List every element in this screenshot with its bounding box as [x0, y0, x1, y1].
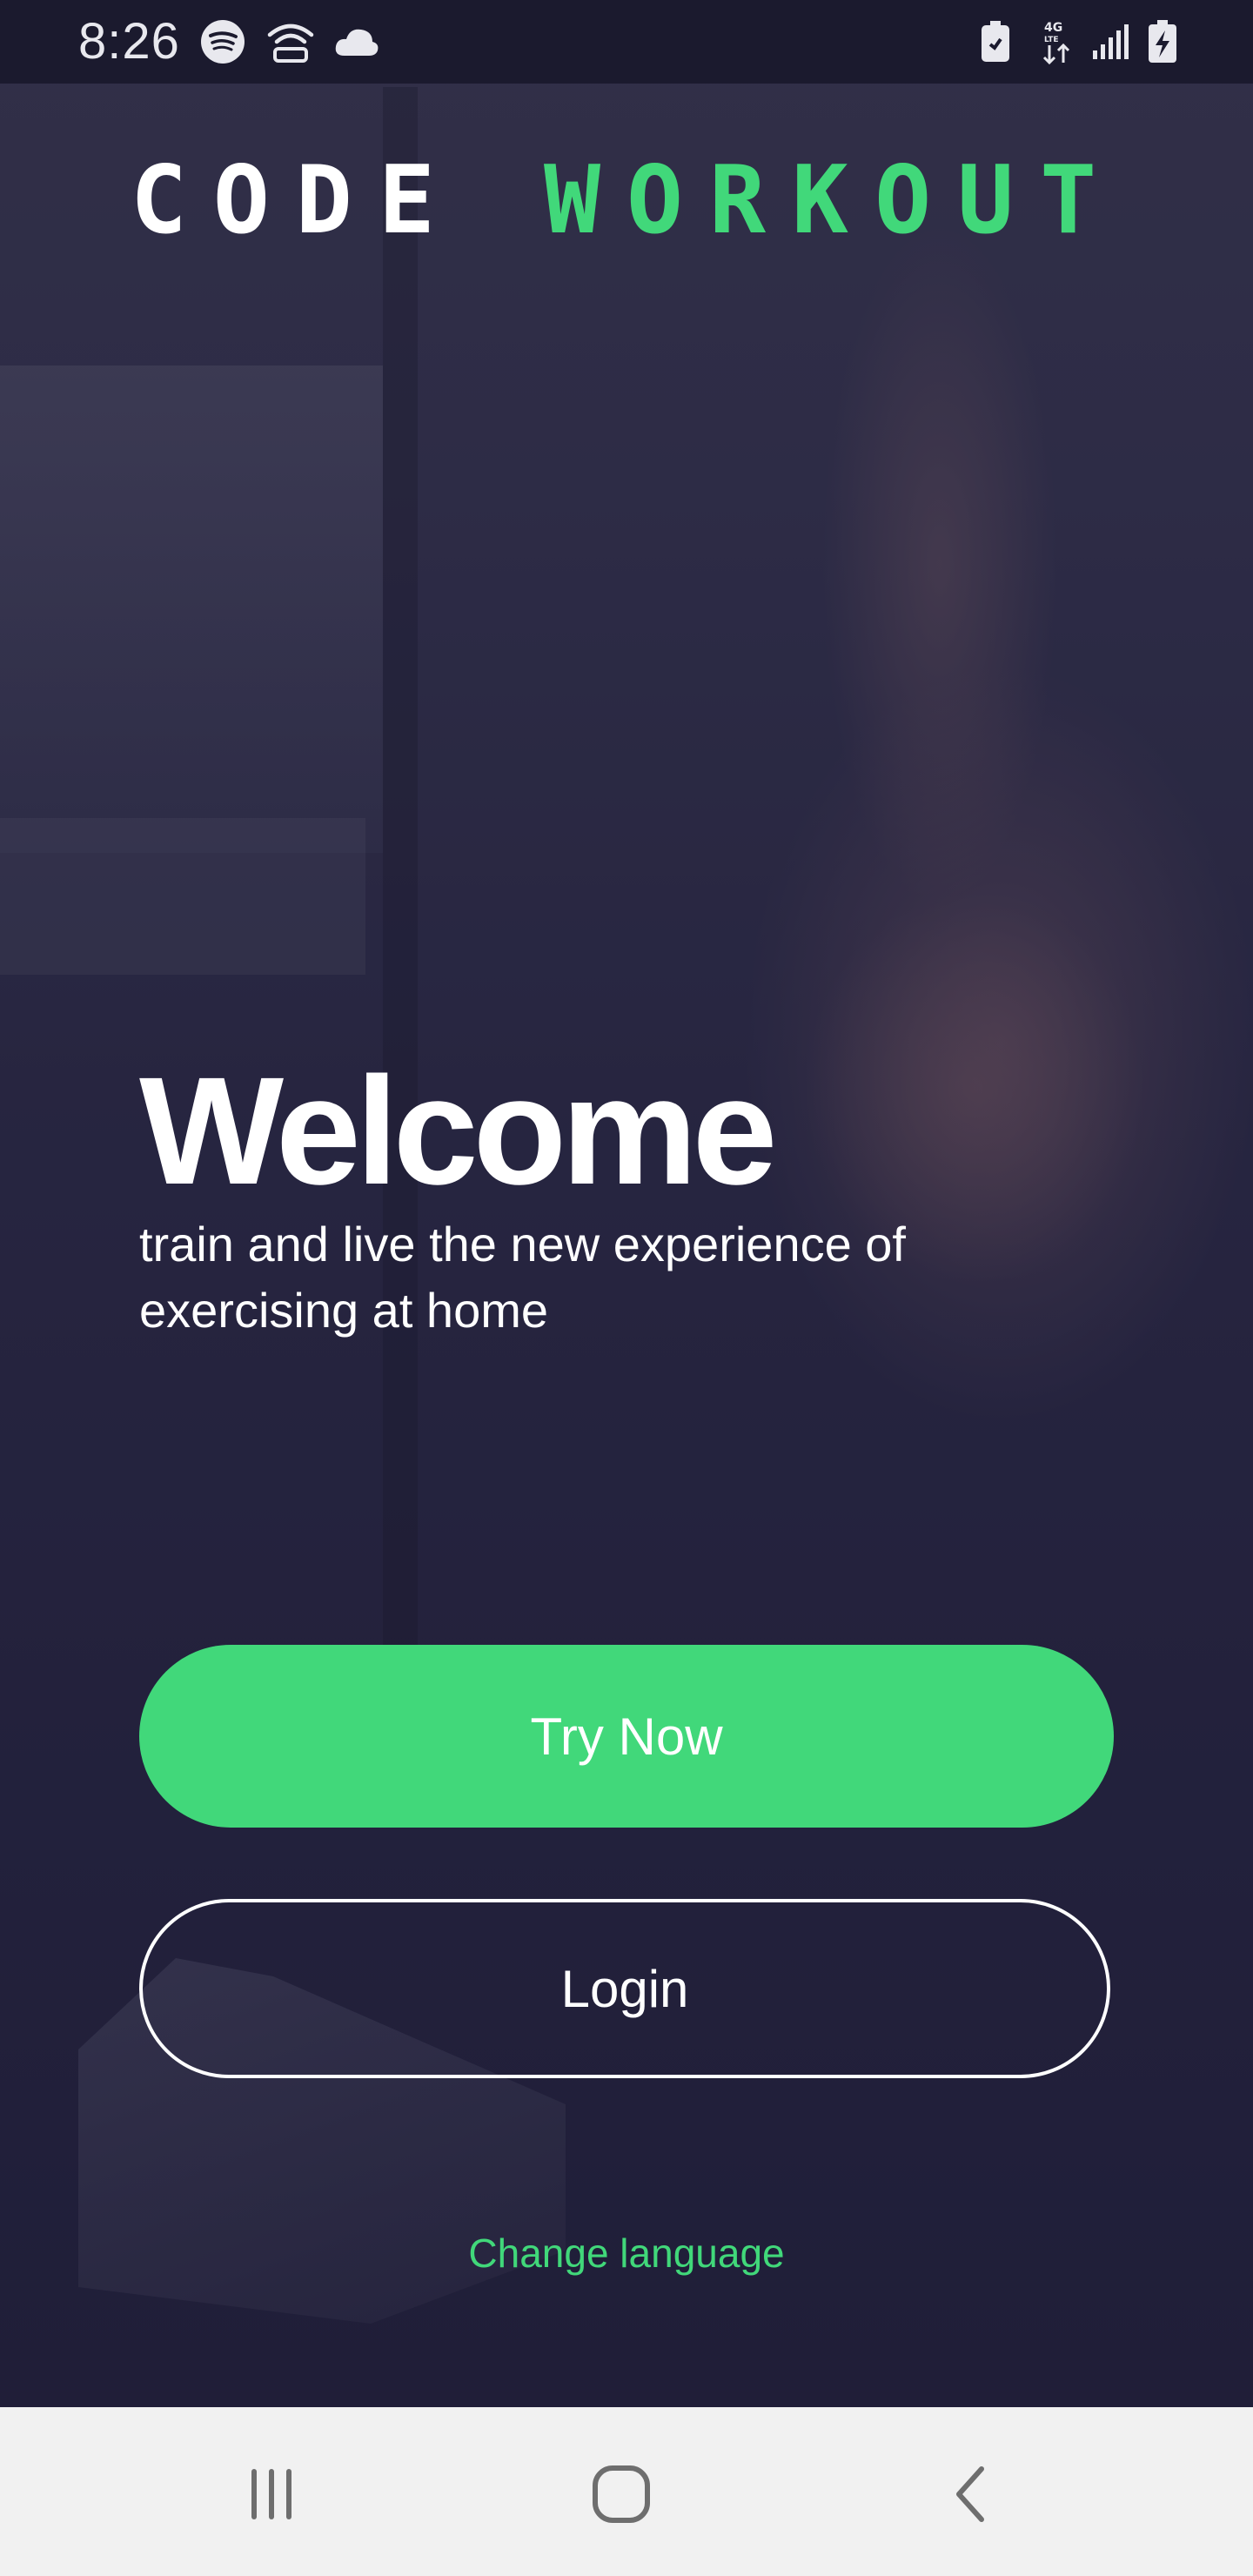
svg-text:LTE: LTE	[1044, 36, 1059, 44]
status-bar: 8:26 4G LTE	[0, 0, 1253, 84]
wifi-calling-icon	[265, 21, 317, 63]
cloud-icon	[331, 21, 383, 63]
logo-word-workout: WORKOUT	[543, 146, 1123, 255]
welcome-screen: 8:26 4G LTE CODE WORKOUT Welcome train a…	[0, 0, 1253, 2576]
4g-lte-icon: 4G LTE	[1037, 21, 1075, 64]
logo-word-code: CODE	[130, 146, 461, 255]
status-time: 8:26	[78, 13, 180, 70]
login-button[interactable]: Login	[139, 1899, 1110, 2078]
signal-icon	[1089, 21, 1131, 63]
welcome-subtitle: train and live the new experience of exe…	[139, 1217, 906, 1338]
try-now-button[interactable]: Try Now	[139, 1645, 1114, 1828]
battery-charging-icon	[1145, 20, 1180, 63]
spotify-icon	[198, 20, 247, 64]
recent-apps-icon[interactable]	[211, 2442, 332, 2546]
battery-saver-icon	[978, 21, 1013, 63]
welcome-title: Welcome	[139, 1046, 777, 1217]
app-logo: CODE WORKOUT	[0, 146, 1253, 255]
change-language-link[interactable]: Change language	[0, 2230, 1253, 2277]
back-icon[interactable]	[910, 2442, 1032, 2546]
svg-text:4G: 4G	[1044, 21, 1062, 35]
home-icon[interactable]	[560, 2442, 682, 2546]
system-navigation-bar	[0, 2407, 1253, 2576]
